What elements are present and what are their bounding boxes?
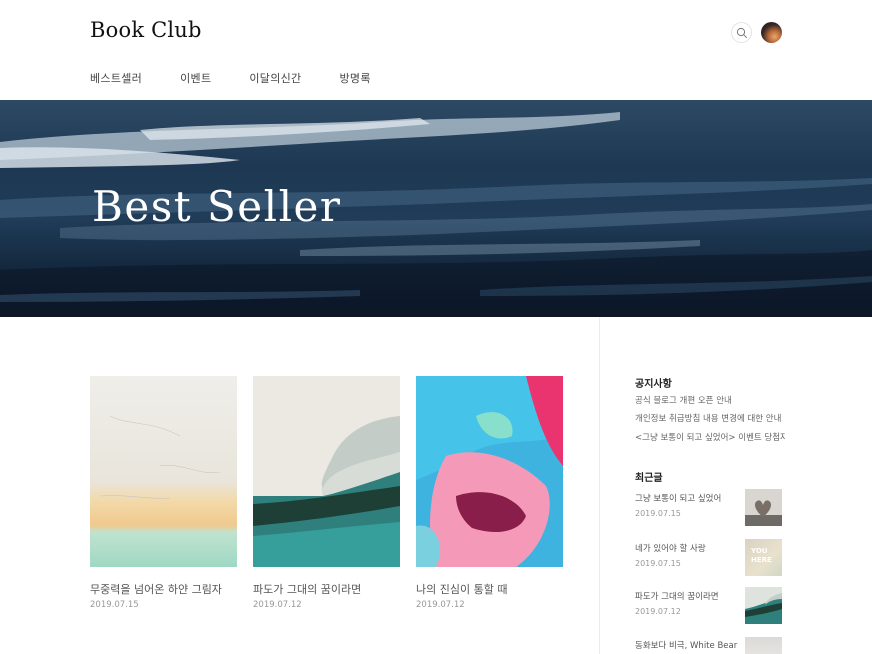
main-nav: 베스트셀러 이벤트 이달의신간 방명록 xyxy=(90,70,409,86)
hero-title: Best Seller xyxy=(92,182,342,231)
recent-section: 최근글 xyxy=(635,469,663,484)
recent-post-thumbnail[interactable] xyxy=(745,587,782,624)
recent-post-item[interactable]: 동화보다 비극, White Bear xyxy=(635,637,783,654)
nav-item-new-releases[interactable]: 이달의신간 xyxy=(249,70,301,86)
notice-item[interactable]: <그냥 보통이 되고 싶었어> 이벤트 당첨자... xyxy=(635,431,785,443)
search-icon xyxy=(736,27,748,39)
post-card[interactable]: 파도가 그대의 꿈이라면 2019.07.12 xyxy=(253,376,400,610)
recent-post-item[interactable]: 네가 있어야 할 사랑 2019.07.15 YOU HERE xyxy=(635,539,783,582)
post-card[interactable]: 나의 진심이 통할 때 2019.07.12 xyxy=(416,376,563,610)
post-thumbnail[interactable] xyxy=(253,376,400,567)
notice-item[interactable]: 공식 블로그 개편 오픈 안내 xyxy=(635,394,785,406)
recent-post-item[interactable]: 파도가 그대의 꿈이라면 2019.07.12 xyxy=(635,587,783,630)
post-date: 2019.07.12 xyxy=(253,600,302,610)
post-thumbnail[interactable] xyxy=(90,376,237,567)
recent-title: 최근글 xyxy=(635,473,663,484)
content-divider xyxy=(599,317,600,654)
notice-item[interactable]: 개인정보 취급방침 내용 변경에 대한 안내 xyxy=(635,412,785,424)
post-title[interactable]: 나의 진심이 통할 때 xyxy=(416,581,563,597)
notice-title: 공지사항 xyxy=(635,379,672,390)
nav-item-bestseller[interactable]: 베스트셀러 xyxy=(90,70,142,86)
recent-post-item[interactable]: 그냥 보통이 되고 싶었어 2019.07.15 xyxy=(635,489,783,532)
notice-section: 공지사항 xyxy=(635,375,672,390)
recent-post-thumbnail[interactable]: YOU HERE xyxy=(745,539,782,576)
post-card[interactable]: 무중력을 넘어온 하얀 그림자 2019.07.15 xyxy=(90,376,237,610)
nav-item-guestbook[interactable]: 방명록 xyxy=(339,70,370,86)
recent-post-thumbnail[interactable] xyxy=(745,489,782,526)
hero-banner: Best Seller xyxy=(0,100,872,317)
post-title[interactable]: 무중력을 넘어온 하얀 그림자 xyxy=(90,581,237,597)
recent-post-thumbnail[interactable] xyxy=(745,637,782,654)
search-button[interactable] xyxy=(731,22,752,43)
post-date: 2019.07.12 xyxy=(416,600,465,610)
nav-item-event[interactable]: 이벤트 xyxy=(180,70,211,86)
post-thumbnail[interactable] xyxy=(416,376,563,567)
avatar[interactable] xyxy=(761,22,782,43)
site-logo[interactable]: Book Club xyxy=(90,18,202,42)
post-date: 2019.07.15 xyxy=(90,600,139,610)
recent-post-thumbnail-text: YOU HERE xyxy=(751,547,772,564)
site-header: Book Club 베스트셀러 이벤트 이달의신간 방명록 xyxy=(0,0,872,100)
post-title[interactable]: 파도가 그대의 꿈이라면 xyxy=(253,581,400,597)
